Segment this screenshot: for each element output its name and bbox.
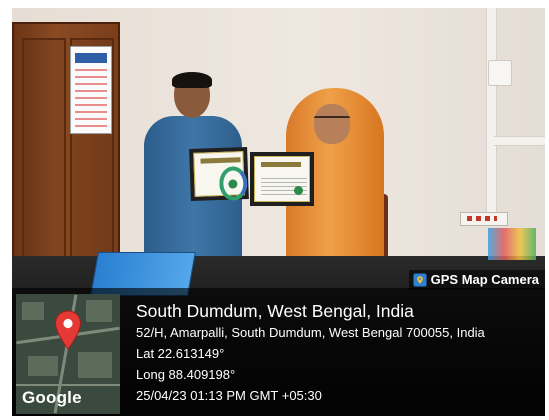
geotagged-photo: GPS Map Camera Google South Dumdum, West… — [12, 8, 545, 416]
location-title: South Dumdum, West Bengal, India — [136, 301, 414, 321]
certificate-left — [189, 147, 249, 201]
gps-map-camera-tag: GPS Map Camera — [408, 270, 545, 290]
gps-map-camera-label: GPS Map Camera — [430, 272, 539, 287]
wall-pipe — [486, 8, 497, 213]
wall-calendar — [70, 46, 112, 134]
cabinet-door-left — [22, 38, 66, 278]
wooden-cabinet — [12, 22, 120, 290]
switch-box — [488, 60, 512, 86]
certificate-right — [250, 152, 314, 206]
gps-map-camera-icon — [413, 273, 427, 287]
wall-pipe-horizontal — [494, 136, 545, 146]
map-pin-icon — [54, 310, 82, 350]
map-thumbnail: Google — [16, 294, 120, 414]
man-hair — [172, 72, 212, 88]
location-latitude: Lat 22.613149° — [136, 346, 225, 361]
location-details: South Dumdum, West Bengal, India 52/H, A… — [136, 300, 485, 406]
photo-frame: GPS Map Camera Google South Dumdum, West… — [0, 0, 549, 420]
woman-glasses — [314, 116, 350, 126]
google-watermark: Google — [22, 388, 82, 407]
location-longitude: Long 88.409198° — [136, 367, 236, 382]
location-timestamp: 25/04/23 01:13 PM GMT +05:30 — [136, 388, 322, 403]
location-address: 52/H, Amarpalli, South Dumdum, West Beng… — [136, 325, 485, 340]
power-socket-strip — [460, 212, 508, 226]
desk-stationery-stand — [488, 228, 536, 260]
